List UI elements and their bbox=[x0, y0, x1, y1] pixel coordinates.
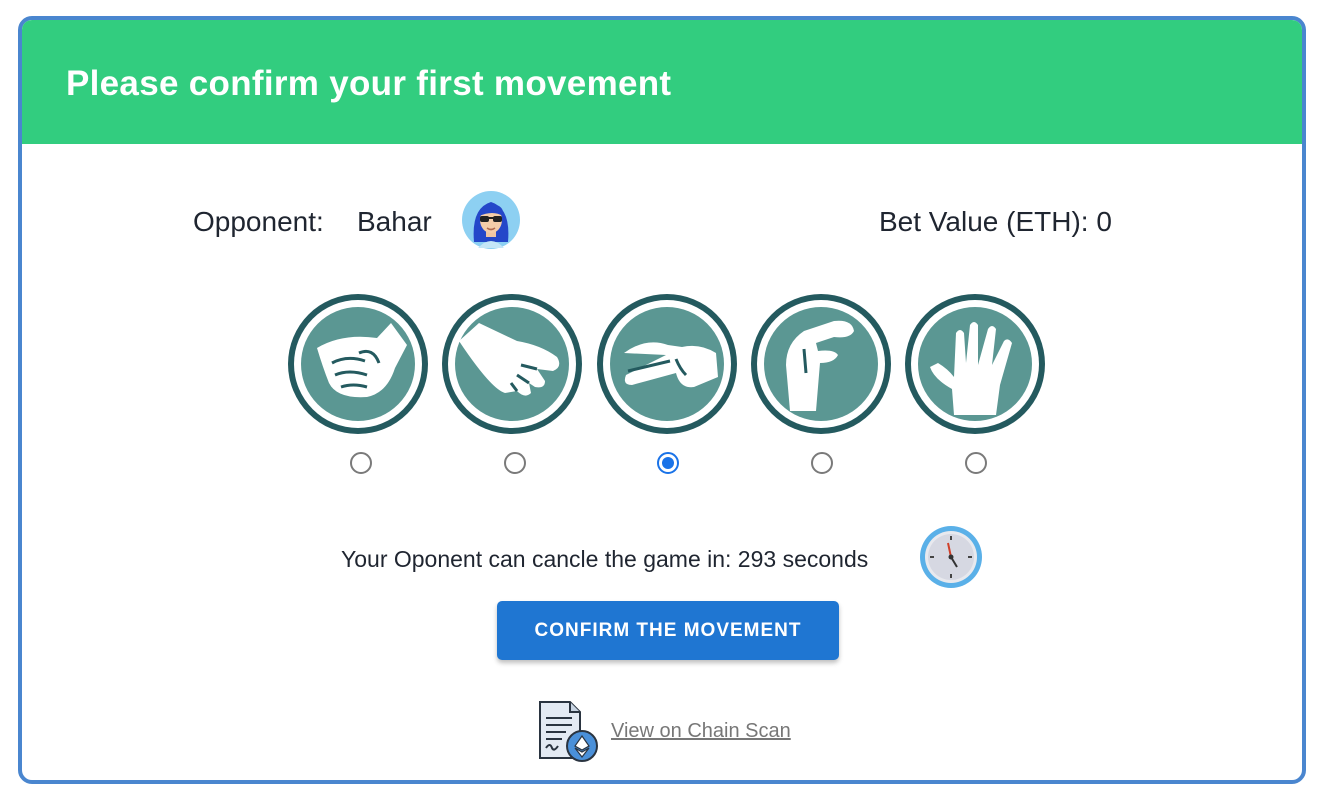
rock-hand-icon[interactable] bbox=[287, 293, 429, 435]
clock-icon bbox=[920, 526, 982, 588]
cancel-timer-text: Your Oponent can cancle the game in: 293… bbox=[341, 546, 869, 572]
spock-hand-icon[interactable] bbox=[904, 293, 1046, 435]
page-title: Please confirm your first movement bbox=[66, 64, 672, 103]
view-on-chain-scan-link[interactable]: View on Chain Scan bbox=[611, 720, 791, 743]
document-ethereum-icon[interactable] bbox=[536, 698, 602, 764]
avatar bbox=[462, 191, 520, 249]
radio-spock[interactable] bbox=[965, 452, 987, 474]
radio-rock[interactable] bbox=[350, 452, 372, 474]
opponent-label: Opponent: bbox=[193, 206, 324, 237]
paper-hand-icon[interactable] bbox=[441, 293, 583, 435]
header: Please confirm your first movement bbox=[22, 20, 1302, 144]
bet-value: Bet Value (ETH): 0 bbox=[879, 206, 1112, 237]
radio-paper[interactable] bbox=[504, 452, 526, 474]
scissors-hand-icon[interactable] bbox=[596, 293, 738, 435]
confirm-movement-button[interactable]: CONFIRM THE MOVEMENT bbox=[497, 601, 839, 660]
radio-scissors[interactable] bbox=[657, 452, 679, 474]
confirm-move-card: Please confirm your first movement Oppon… bbox=[18, 16, 1306, 784]
lizard-hand-icon[interactable] bbox=[750, 293, 892, 435]
opponent-name: Bahar bbox=[357, 206, 432, 237]
radio-lizard[interactable] bbox=[811, 452, 833, 474]
